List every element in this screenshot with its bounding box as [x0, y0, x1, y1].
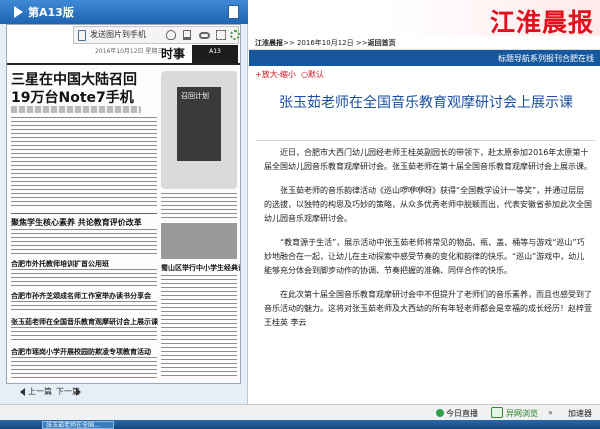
paper-article-text[interactable] — [161, 275, 237, 379]
paper-photo — [161, 223, 237, 259]
phone-icon[interactable] — [78, 30, 86, 41]
article-body: 近日，合肥市大西门幼儿园经老师王桂英副园长的带领下，赴太原参加2016年太原第十… — [264, 146, 592, 340]
document-icon[interactable] — [228, 5, 239, 19]
os-taskbar: 张玉茹老师在全国... — [0, 420, 600, 429]
send-to-phone-button[interactable]: 发送图片到手机 — [90, 29, 146, 40]
taskbar-tab-label: 张玉茹老师在全国... — [46, 422, 100, 429]
paper-article-text[interactable] — [11, 301, 157, 313]
arrow-right-icon[interactable] — [76, 388, 81, 396]
paper-article-text[interactable] — [11, 269, 157, 287]
breadcrumb-date[interactable]: 2016年10月12日 — [297, 39, 354, 47]
gear-icon[interactable] — [230, 30, 240, 40]
paper-article-text[interactable] — [161, 193, 237, 219]
zoom-controls: +放大 -缩小 ○默认 — [249, 66, 600, 82]
nav-bar: 标题导航系列报刊合肥在线 — [249, 50, 600, 66]
masthead: 江淮晨报 — [249, 0, 600, 37]
paper-article-text[interactable] — [11, 117, 157, 209]
browser-icon — [491, 407, 503, 418]
arrow-left-icon[interactable] — [20, 388, 25, 396]
series-nav-link[interactable]: 标题导航系列报刊合肥在线 — [498, 53, 594, 64]
paper-article-text[interactable] — [11, 357, 157, 381]
breadcrumb-separator: >> — [283, 39, 295, 47]
live-button[interactable]: 今日直播 — [446, 408, 478, 419]
zoom-out-button[interactable]: -缩小 — [277, 69, 296, 80]
image-toolbar: 发送图片到手机 — [73, 26, 240, 44]
breadcrumb: 江淮晨报>> 2016年10月12日 >>返回首页 — [249, 36, 600, 50]
more-button[interactable]: » — [548, 408, 553, 417]
paper-page-code: A13 — [192, 45, 238, 63]
paper-headline-2[interactable]: 19万台Note7手机 — [11, 87, 134, 107]
speedup-button[interactable]: 加速器 — [568, 408, 592, 419]
breadcrumb-trail: 江淮晨报>> 2016年10月12日 >>返回首页 — [255, 38, 396, 48]
paper-headline-small[interactable]: 蜀山区举行中小学生经典诵读展演活动 — [161, 263, 240, 273]
grid-icon[interactable] — [216, 30, 226, 40]
paper-headline-small[interactable]: 张玉茹老师在全国音乐教育观摩研讨会上展示课 — [11, 317, 158, 327]
alt-browser-button[interactable]: 异网浏览 — [506, 408, 538, 419]
paper-header: 发送图片到手机 2016年10月12日 星期三 时事 A13 — [7, 25, 240, 65]
paper-subhead — [11, 106, 141, 113]
bookmark-icon[interactable] — [183, 30, 191, 40]
play-arrow-icon — [14, 6, 23, 18]
zoom-in-button[interactable]: +放大 — [255, 69, 278, 80]
divider — [256, 140, 596, 141]
home-link[interactable]: 返回首页 — [368, 39, 396, 47]
prev-article-link[interactable]: 上一篇 — [28, 386, 52, 397]
paper-headline-small[interactable]: 合肥市瑶岗小学开展校园防欺凌专项教育活动 — [11, 347, 151, 357]
masthead-logo: 江淮晨报 — [489, 8, 594, 37]
article-title: 张玉茹老师在全国音乐教育观摩研讨会上展示课 — [279, 95, 573, 111]
article-paragraph: 在此次第十届全国音乐教育观摩研讨会中不但提升了老师们的音乐素养，而且也感受到了音… — [264, 290, 592, 327]
paper-headline-small[interactable]: 合肥市孙齐芝颂成名师工作室举办读书分享会 — [11, 291, 151, 301]
newspaper-page-image[interactable]: 发送图片到手机 2016年10月12日 星期三 时事 A13 三星在中国大陆召回… — [6, 24, 241, 384]
article-paragraph: “教育源于生活”，展示活动中张玉茹老师将常见的物品、瓶、盖、桶等与游戏“巡山”巧… — [264, 238, 585, 275]
cloud-icon[interactable] — [166, 30, 176, 40]
link-icon[interactable] — [199, 32, 210, 39]
newspaper-page-viewer: 第A13版 发送图片到手机 2016年10月12日 星期三 时事 A13 三星在… — [0, 0, 248, 404]
paper-headline-small[interactable]: 合肥市外托教师培训扩首公用班 — [11, 259, 109, 269]
breadcrumb-separator: >> — [355, 39, 368, 47]
live-icon — [436, 409, 444, 417]
paper-date: 2016年10月12日 星期三 — [95, 48, 164, 55]
phone-screen-label: 召回计划 — [181, 92, 209, 100]
zoom-reset-button[interactable]: ○默认 — [301, 69, 324, 80]
article-paragraph: 近日，合肥市大西门幼儿园经老师王桂英副园长的带领下，赴太原参加2016年太原第十… — [264, 148, 592, 171]
article-paragraph: 张玉茹老师的音乐韵律活动《巡山啰咿咿呀》获得“全国教学设计一等奖”，并通过层层的… — [264, 186, 592, 223]
paper-headline-1[interactable]: 三星在中国大陆召回 — [11, 69, 137, 89]
paper-divider — [11, 213, 157, 214]
paper-section-title: 时事 — [161, 47, 186, 61]
page-label: 第A13版 — [28, 6, 74, 19]
paper-article-text[interactable] — [11, 229, 157, 255]
page-header: 第A13版 — [0, 0, 248, 24]
browser-status-bar: 今日直播 异网浏览 » 加速器 — [0, 404, 600, 420]
paper-headline-small[interactable]: 聚焦学生核心素养 共论教育评价改革 — [11, 217, 142, 228]
breadcrumb-paper[interactable]: 江淮晨报 — [255, 39, 283, 47]
paper-article-text[interactable] — [11, 327, 157, 343]
